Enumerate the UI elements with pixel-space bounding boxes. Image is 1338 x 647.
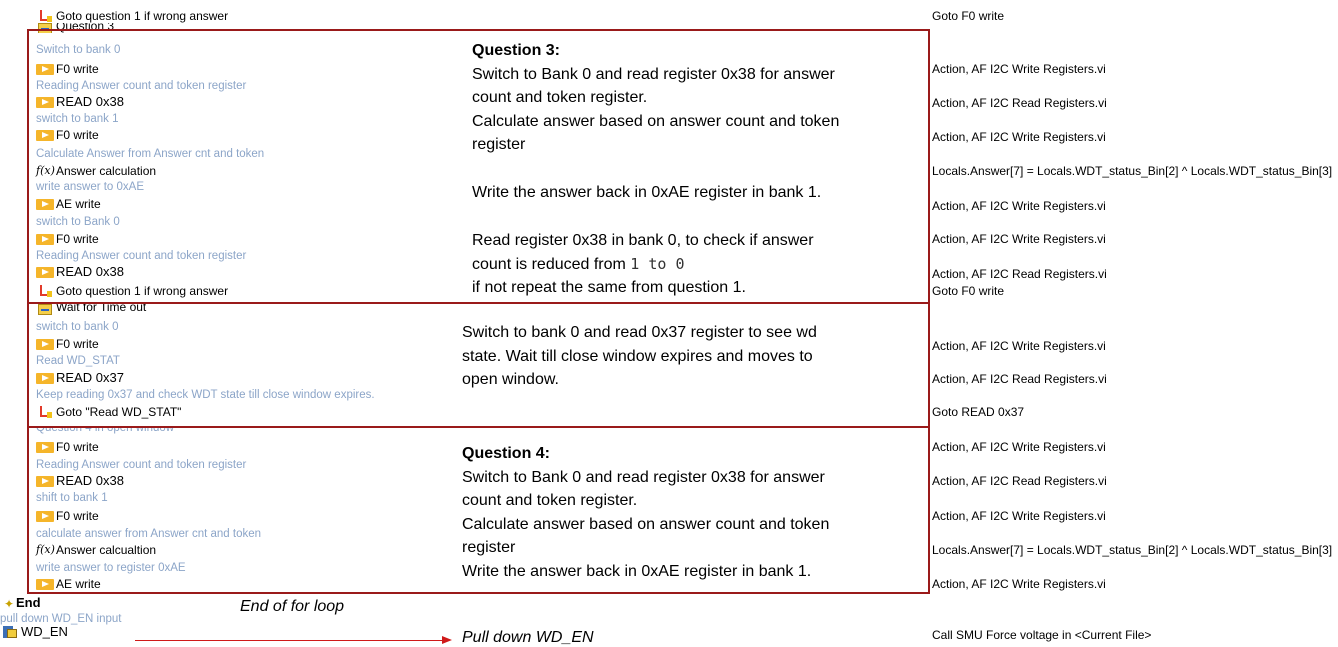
note-title: Question 4:	[462, 445, 551, 462]
description-cell[interactable]: Action, AF I2C Read Registers.vi	[932, 474, 1107, 488]
description-cell[interactable]: Action, AF I2C Read Registers.vi	[932, 372, 1107, 386]
note-line: Switch to Bank 0 and read register 0x38 …	[462, 468, 825, 486]
note-line: state. Wait till close window expires an…	[462, 347, 813, 365]
step-end[interactable]: ✦ End	[0, 596, 200, 612]
pull-down-note: Pull down WD_EN	[462, 629, 594, 646]
note-question3-write: Write the answer back in 0xAE register i…	[472, 181, 927, 205]
note-question3: Question 3: Switch to Bank 0 and read re…	[472, 39, 927, 157]
step-call[interactable]: WD_EN	[0, 625, 130, 641]
description-cell[interactable]: Action, AF I2C Write Registers.vi	[932, 577, 1106, 591]
description-cell[interactable]: Action, AF I2C Write Registers.vi	[932, 130, 1106, 144]
arrow-head-icon	[442, 636, 452, 644]
description-cell-clip: Locals.Answer[7] = Locals.WDT_status_Bin…	[932, 543, 1338, 559]
description-cell[interactable]: Goto F0 write	[932, 9, 1004, 23]
arrow-line	[135, 640, 443, 641]
note-line: Switch to bank 0 and read 0x37 register …	[462, 324, 817, 341]
note-line: count and token register.	[472, 89, 648, 106]
note-line: Calculate answer based on answer count a…	[462, 515, 830, 533]
end-loop-note: End of for loop	[240, 598, 345, 615]
description-cell[interactable]: Goto READ 0x37	[932, 405, 1024, 419]
end-marker-icon: ✦	[4, 597, 15, 611]
note-line: open window.	[462, 371, 559, 388]
description-cell[interactable]: Action, AF I2C Write Registers.vi	[932, 339, 1106, 353]
step-goto[interactable]: Goto question 1 if wrong answer	[36, 9, 436, 23]
note-line: Write the answer back in 0xAE register i…	[462, 562, 812, 580]
note-line: Write the answer back in 0xAE register i…	[472, 184, 822, 201]
note-question3-check: Read register 0x38 in bank 0, to check i…	[472, 229, 927, 300]
note-line: register	[472, 136, 526, 153]
description-cell[interactable]: Action, AF I2C Read Registers.vi	[932, 96, 1107, 110]
description-cell[interactable]: Action, AF I2C Write Registers.vi	[932, 440, 1106, 454]
note-title: Question 3:	[472, 42, 561, 59]
description-cell[interactable]: Action, AF I2C Read Registers.vi	[932, 267, 1107, 281]
description-cell[interactable]: Action, AF I2C Write Registers.vi	[932, 62, 1106, 76]
note-line: Calculate answer based on answer count a…	[472, 112, 840, 130]
description-cell[interactable]: Call SMU Force voltage in <Current File>	[932, 628, 1151, 642]
note-line: Switch to Bank 0 and read register 0x38 …	[472, 65, 835, 83]
description-cell[interactable]: Locals.Answer[7] = Locals.WDT_status_Bin…	[932, 543, 1332, 557]
note-line: Read register 0x38 in bank 0, to check i…	[472, 232, 814, 249]
sequence-call-icon	[3, 625, 17, 638]
description-cell[interactable]: Locals.Answer[7] = Locals.WDT_status_Bin…	[932, 164, 1332, 178]
description-cell[interactable]: Action, AF I2C Write Registers.vi	[932, 232, 1106, 246]
description-cell[interactable]: Action, AF I2C Write Registers.vi	[932, 509, 1106, 523]
note-line: register	[462, 539, 516, 556]
description-cell-clip: Locals.Answer[7] = Locals.WDT_status_Bin…	[932, 164, 1338, 180]
description-cell[interactable]: Action, AF I2C Write Registers.vi	[932, 199, 1106, 213]
note-line: count is reduced from 1 to 0	[472, 254, 685, 273]
note-line: if not repeat the same from question 1.	[472, 279, 746, 296]
note-line: count and token register.	[462, 492, 638, 509]
description-cell[interactable]: Goto F0 write	[932, 284, 1004, 298]
goto-icon	[38, 9, 52, 23]
note-wait-timeout: Switch to bank 0 and read 0x37 register …	[462, 321, 922, 392]
note-question4: Question 4: Switch to Bank 0 and read re…	[462, 442, 922, 583]
